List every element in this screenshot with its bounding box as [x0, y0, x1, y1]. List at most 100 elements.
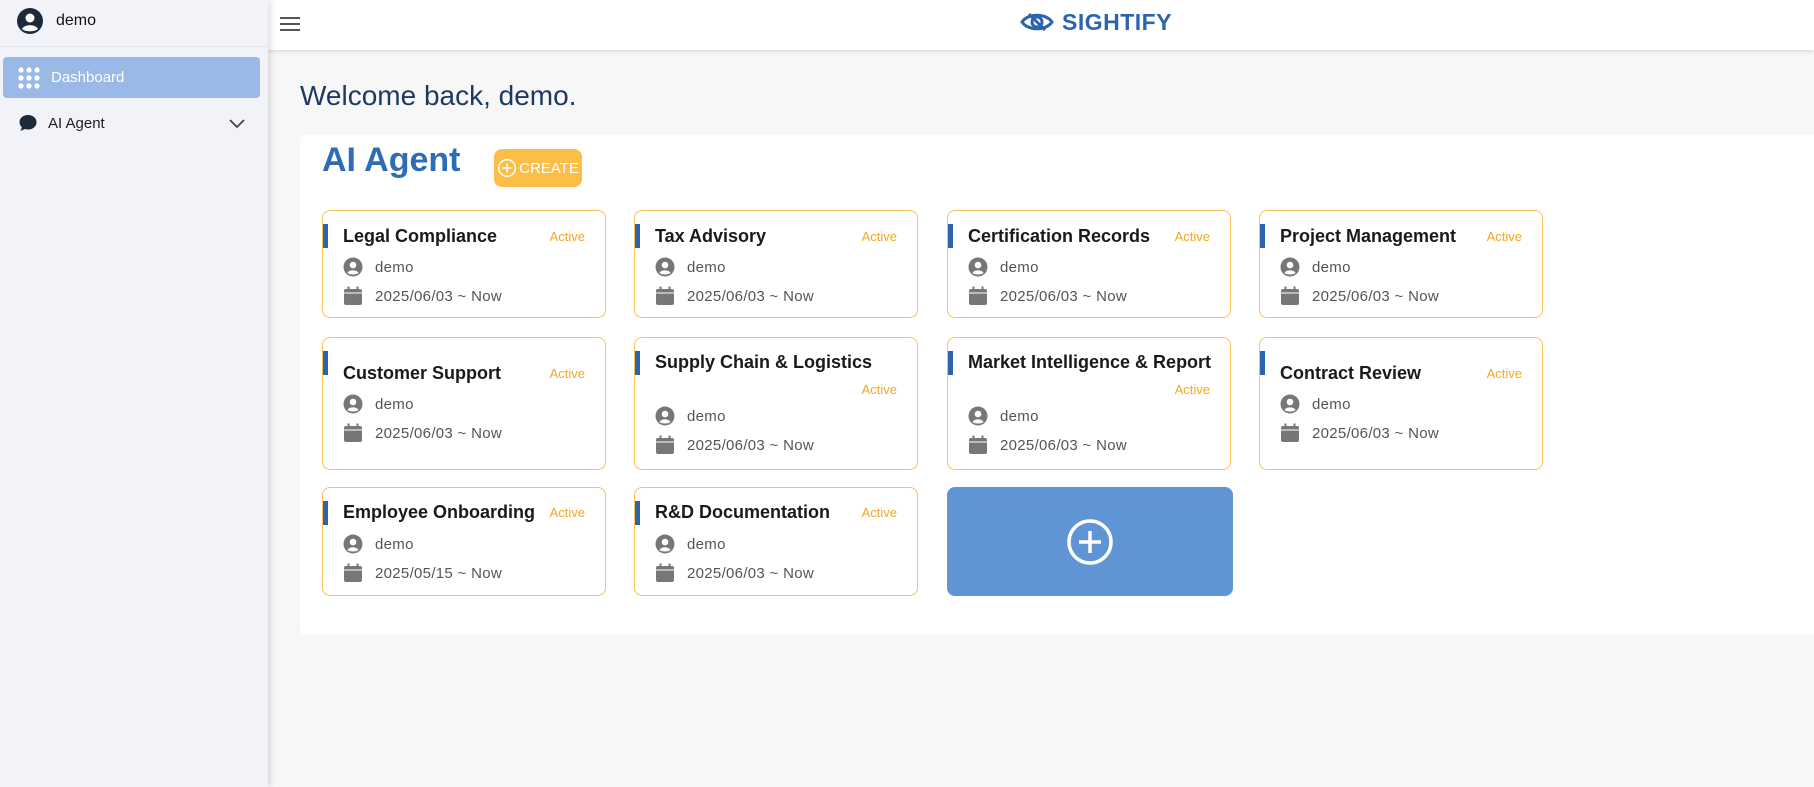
chat-icon — [19, 115, 37, 131]
card-owner: demo — [655, 257, 726, 277]
date-range: 2025/06/03 ~ Now — [1000, 287, 1127, 305]
owner-name: demo — [1312, 258, 1351, 276]
user-avatar-icon — [17, 8, 43, 34]
sidebar-item-label: AI Agent — [48, 114, 105, 132]
status-badge: Active — [861, 382, 897, 397]
calendar-icon — [1281, 423, 1299, 442]
card-owner: demo — [655, 534, 726, 554]
agent-card[interactable]: Employee Onboarding Active demo 2025/05/… — [322, 487, 606, 596]
date-range: 2025/05/15 ~ Now — [375, 564, 502, 582]
card-title: Employee Onboarding — [343, 502, 536, 522]
card-accent — [1260, 224, 1265, 248]
owner-name: demo — [375, 395, 414, 413]
user-icon — [343, 394, 363, 414]
user-icon — [343, 257, 363, 277]
card-owner: demo — [655, 406, 726, 426]
date-range: 2025/06/03 ~ Now — [375, 287, 502, 305]
status-badge: Active — [1486, 229, 1522, 244]
create-label: CREATE — [519, 159, 579, 177]
agent-card[interactable]: Contract Review Active demo 2025/06/03 ~… — [1259, 337, 1543, 470]
calendar-icon — [656, 435, 674, 454]
agent-card[interactable]: Market Intelligence & Report Active demo… — [947, 337, 1231, 470]
hamburger-icon[interactable] — [278, 12, 302, 36]
user-profile[interactable]: demo — [16, 6, 96, 36]
owner-name: demo — [687, 258, 726, 276]
card-title: R&D Documentation — [655, 502, 830, 522]
owner-name: demo — [687, 535, 726, 553]
divider — [0, 46, 268, 47]
sidebar-item-ai-agent[interactable]: AI Agent — [0, 108, 260, 138]
eye-logo-icon — [1020, 12, 1054, 32]
top-bar: SIGHTIFY — [268, 0, 1814, 50]
card-title: Certification Records — [968, 226, 1151, 246]
card-period: 2025/06/03 ~ Now — [655, 563, 814, 583]
card-owner: demo — [343, 394, 414, 414]
card-accent — [948, 224, 953, 248]
calendar-icon — [656, 286, 674, 305]
status-badge: Active — [549, 366, 585, 381]
card-owner: demo — [1280, 394, 1351, 414]
agent-card[interactable]: Certification Records Active demo 2025/0… — [947, 210, 1231, 318]
card-period: 2025/06/03 ~ Now — [655, 435, 814, 455]
create-button[interactable]: CREATE — [494, 149, 582, 187]
card-title: Contract Review — [1280, 363, 1422, 383]
agent-card[interactable]: Legal Compliance Active demo 2025/06/03 … — [322, 210, 606, 318]
card-title: Market Intelligence & Report — [968, 352, 1212, 372]
brand-name: SIGHTIFY — [1062, 8, 1173, 35]
owner-name: demo — [1000, 407, 1039, 425]
section-title: AI Agent — [322, 141, 461, 179]
card-period: 2025/06/03 ~ Now — [968, 435, 1127, 455]
add-agent-card[interactable] — [947, 487, 1233, 596]
sidebar-item-label: Dashboard — [51, 69, 125, 86]
status-badge: Active — [1174, 229, 1210, 244]
card-accent — [948, 351, 953, 375]
card-period: 2025/06/03 ~ Now — [968, 286, 1127, 306]
agent-card[interactable]: Supply Chain & Logistics Active demo 202… — [634, 337, 918, 470]
chevron-down-icon[interactable] — [228, 114, 246, 132]
card-accent — [323, 351, 328, 375]
welcome-message: Welcome back, demo. — [300, 80, 577, 111]
owner-name: demo — [1312, 395, 1351, 413]
user-icon — [968, 257, 988, 277]
brand-logo[interactable]: SIGHTIFY — [1020, 8, 1172, 36]
card-period: 2025/06/03 ~ Now — [1280, 286, 1439, 306]
date-range: 2025/06/03 ~ Now — [687, 436, 814, 454]
calendar-icon — [344, 286, 362, 305]
card-title: Tax Advisory — [655, 226, 767, 246]
agent-card[interactable]: Project Management Active demo 2025/06/0… — [1259, 210, 1543, 318]
calendar-icon — [656, 563, 674, 582]
sidebar-item-dashboard[interactable]: Dashboard — [3, 57, 260, 98]
date-range: 2025/06/03 ~ Now — [687, 287, 814, 305]
agent-card[interactable]: Customer Support Active demo 2025/06/03 … — [322, 337, 606, 470]
card-period: 2025/06/03 ~ Now — [1280, 423, 1439, 443]
sidebar: demo Dashboard AI Agent — [0, 0, 268, 787]
user-icon — [655, 257, 675, 277]
calendar-icon — [344, 423, 362, 442]
status-badge: Active — [861, 505, 897, 520]
calendar-icon — [344, 563, 362, 582]
card-title: Customer Support — [343, 363, 502, 383]
owner-name: demo — [375, 258, 414, 276]
user-icon — [343, 534, 363, 554]
card-accent — [1260, 351, 1265, 375]
status-badge: Active — [861, 229, 897, 244]
card-accent — [635, 351, 640, 375]
card-period: 2025/06/03 ~ Now — [343, 286, 502, 306]
user-name: demo — [56, 12, 97, 29]
calendar-icon — [1281, 286, 1299, 305]
calendar-icon — [969, 286, 987, 305]
card-owner: demo — [1280, 257, 1351, 277]
card-owner: demo — [968, 406, 1039, 426]
card-owner: demo — [968, 257, 1039, 277]
date-range: 2025/06/03 ~ Now — [1312, 287, 1439, 305]
date-range: 2025/06/03 ~ Now — [375, 424, 502, 442]
card-accent — [323, 224, 328, 248]
card-accent — [635, 224, 640, 248]
owner-name: demo — [687, 407, 726, 425]
date-range: 2025/06/03 ~ Now — [1000, 436, 1127, 454]
card-title: Project Management — [1280, 226, 1457, 246]
card-title: Legal Compliance — [343, 226, 498, 246]
agent-card[interactable]: R&D Documentation Active demo 2025/06/03… — [634, 487, 918, 596]
date-range: 2025/06/03 ~ Now — [687, 564, 814, 582]
agent-card[interactable]: Tax Advisory Active demo 2025/06/03 ~ No… — [634, 210, 918, 318]
